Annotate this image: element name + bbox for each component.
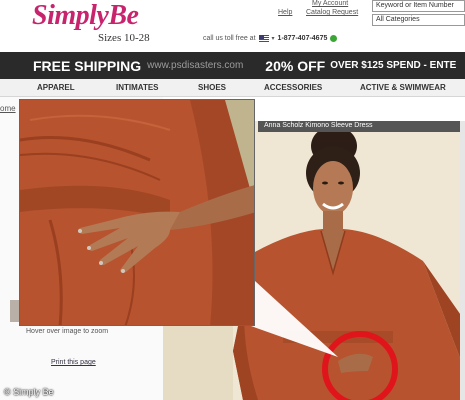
nav-item-apparel[interactable]: APPAREL <box>37 83 75 92</box>
nav-item-intimates[interactable]: INTIMATES <box>116 83 159 92</box>
search-input[interactable]: Keyword or Item Number <box>372 0 465 12</box>
sizes-tagline: Sizes 10-28 <box>98 32 150 44</box>
print-page-link[interactable]: Print this page <box>51 359 96 366</box>
spend-text: OVER $125 SPEND - ENTE <box>330 60 457 71</box>
scrollbar[interactable] <box>460 121 465 400</box>
zoom-hint: Hover over image to zoom <box>26 328 109 335</box>
breadcrumb-home-link[interactable]: ome <box>0 104 16 113</box>
photo-credit: © Simply Be <box>4 387 54 397</box>
call-go-icon[interactable] <box>330 35 338 42</box>
site-header: SimplyBe Sizes 10-28 My Account Help Cat… <box>0 0 465 52</box>
call-text: call us toll free at <box>203 35 256 42</box>
nav-item-shoes[interactable]: SHOES <box>198 83 226 92</box>
free-shipping-text: FREE SHIPPING <box>33 57 142 74</box>
category-nav: APPAREL INTIMATES SHOES ACCESSORIES ACTI… <box>0 79 465 97</box>
discount-text: 20% OFF <box>265 57 326 74</box>
catalog-request-link[interactable]: Catalog Request <box>306 9 358 16</box>
zoom-panel <box>19 99 255 326</box>
product-title: Anna Scholz Kimono Sleeve Dress <box>258 121 465 132</box>
help-link[interactable]: Help <box>278 9 292 16</box>
phone-number: 1-877-407-4675 <box>277 35 328 42</box>
us-flag-icon[interactable] <box>258 35 269 42</box>
watermark-text: www.psdisasters.com <box>147 60 244 71</box>
toll-free-line: call us toll free at ▾ 1-877-407-4675 <box>203 35 338 42</box>
zoom-image <box>20 100 254 325</box>
brand-logo[interactable]: SimplyBe <box>32 0 139 32</box>
category-select[interactable]: All Categories <box>372 14 465 26</box>
flag-dropdown-icon[interactable]: ▾ <box>272 35 275 42</box>
my-account-link[interactable]: My Account <box>312 0 348 7</box>
promo-banner[interactable]: FREE SHIPPING www.psdisasters.com 20% OF… <box>0 52 465 79</box>
nav-item-accessories[interactable]: ACCESSORIES <box>264 83 322 92</box>
nav-item-active-swimwear[interactable]: ACTIVE & SWIMWEAR <box>360 83 446 92</box>
